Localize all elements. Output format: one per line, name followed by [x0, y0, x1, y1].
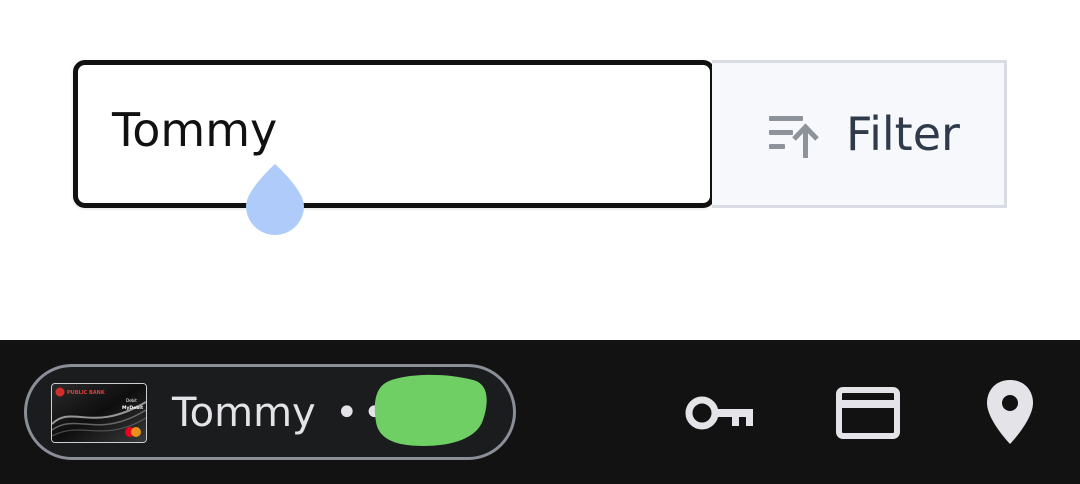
location-pin-icon[interactable]	[972, 378, 1048, 448]
page: Tommy Filter PUBLIC BANK Debit MyDebit T…	[0, 0, 1080, 484]
search-input[interactable]: Tommy	[73, 60, 715, 235]
credit-card-icon[interactable]	[830, 378, 906, 448]
card-network-text: MyDebit	[122, 405, 144, 411]
text-selection-handle[interactable]	[244, 164, 306, 236]
suggestion-name: Tommy	[172, 390, 316, 436]
card-type-text: Debit	[126, 398, 137, 403]
sort-ascending-icon	[769, 116, 819, 158]
card-suggestion-chip[interactable]: PUBLIC BANK Debit MyDebit Tommy ••	[24, 364, 516, 460]
autofill-suggestion-bar: PUBLIC BANK Debit MyDebit Tommy ••	[0, 340, 1080, 484]
card-brand-text: PUBLIC BANK	[67, 390, 106, 396]
key-icon[interactable]	[682, 378, 758, 448]
filter-button[interactable]: Filter	[712, 60, 1007, 208]
search-input-value: Tommy	[112, 103, 278, 157]
bank-card-thumbnail: PUBLIC BANK Debit MyDebit	[51, 383, 147, 443]
filter-label: Filter	[846, 107, 960, 161]
redacted-area	[374, 374, 487, 446]
